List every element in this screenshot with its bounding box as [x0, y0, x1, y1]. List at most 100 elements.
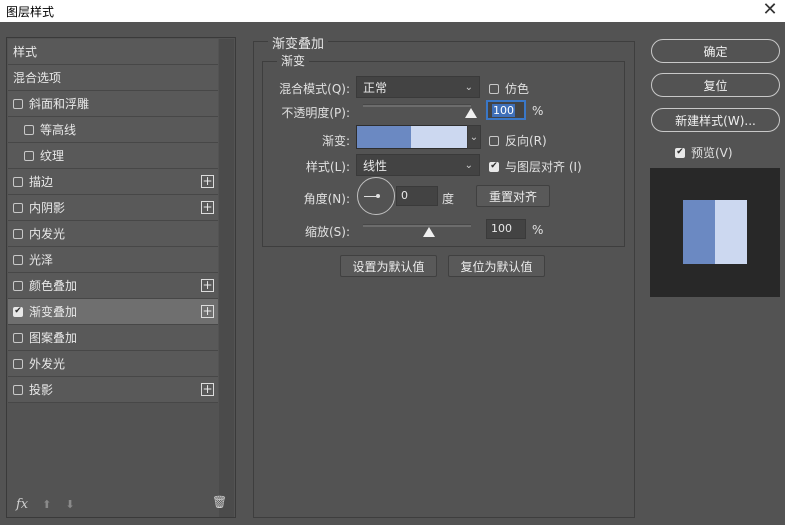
fx-icon[interactable]: fx	[16, 497, 28, 512]
dither-checkbox[interactable]: 仿色	[489, 80, 529, 97]
styles-list-item-label: 纹理	[40, 149, 65, 163]
align-label: 与图层对齐 (I)	[505, 160, 582, 174]
dither-label: 仿色	[505, 82, 530, 96]
align-checkbox-box[interactable]: ✔	[489, 161, 499, 172]
styles-list-item[interactable]: ✔ 渐变叠加 +	[8, 299, 218, 325]
style-value: 线性	[363, 158, 388, 173]
styles-list-item[interactable]: 样式	[8, 39, 218, 65]
move-down-icon[interactable]: ⬇	[65, 498, 74, 511]
ok-button[interactable]: 确定	[651, 39, 780, 63]
styles-list-toolbar: fx ⬆ ⬇	[16, 496, 89, 512]
style-checkbox[interactable]: ✔	[13, 306, 23, 317]
scale-slider-handle[interactable]	[423, 227, 435, 237]
preview-checkbox-box[interactable]: ✔	[675, 147, 685, 158]
title-bar: 图层样式 ✕	[0, 0, 785, 22]
styles-list-item-label: 渐变叠加	[29, 305, 78, 319]
opacity-unit: %	[532, 104, 544, 118]
styles-list-item-label: 斜面和浮雕	[29, 97, 90, 111]
reverse-checkbox-box[interactable]	[489, 135, 499, 146]
angle-unit: 度	[442, 192, 455, 206]
styles-list-item[interactable]: 混合选项	[8, 65, 218, 91]
styles-list-item-label: 颜色叠加	[29, 279, 78, 293]
styles-list-item-label: 图案叠加	[29, 331, 78, 345]
preview-checkbox[interactable]: ✔ 预览(V)	[675, 144, 733, 161]
style-checkbox[interactable]	[13, 202, 23, 213]
style-checkbox[interactable]	[13, 228, 23, 239]
style-checkbox[interactable]	[24, 150, 34, 161]
reset-align-button[interactable]: 重置对齐	[476, 185, 550, 207]
add-effect-icon[interactable]: +	[201, 383, 214, 396]
angle-value: 0	[401, 189, 408, 202]
styles-list-item[interactable]: 纹理	[8, 143, 218, 169]
align-with-layer-checkbox[interactable]: ✔ 与图层对齐 (I)	[489, 158, 582, 175]
styles-list-item[interactable]: 斜面和浮雕	[8, 91, 218, 117]
reverse-label: 反向(R)	[505, 134, 547, 148]
styles-list-item[interactable]: 光泽	[8, 247, 218, 273]
group-title: 渐变叠加	[268, 33, 329, 52]
styles-list-item-label: 光泽	[29, 253, 54, 267]
move-up-icon[interactable]: ⬆	[42, 498, 51, 511]
add-effect-icon[interactable]: +	[201, 305, 214, 318]
preview-thumbnail	[650, 168, 780, 297]
chevron-down-icon: ⌄	[464, 159, 473, 171]
add-effect-icon[interactable]: +	[201, 175, 214, 188]
style-checkbox[interactable]	[13, 332, 23, 343]
gradient-label: 渐变:	[321, 134, 350, 148]
chevron-down-icon: ⌄	[464, 81, 473, 93]
styles-list-item[interactable]: 图案叠加	[8, 325, 218, 351]
styles-list-item-label: 描边	[29, 175, 54, 189]
reverse-checkbox[interactable]: 反向(R)	[489, 132, 547, 149]
opacity-input[interactable]: 100	[486, 100, 526, 120]
new-style-button[interactable]: 新建样式(W)...	[651, 108, 780, 132]
styles-list-item-label: 样式	[13, 45, 38, 59]
scale-unit: %	[532, 223, 544, 237]
styles-list-item[interactable]: 外发光	[8, 351, 218, 377]
preview-swatch-right	[715, 200, 747, 264]
angle-dial[interactable]	[357, 177, 395, 215]
scale-label: 缩放(S):	[304, 225, 350, 239]
style-select[interactable]: 线性 ⌄	[356, 154, 480, 176]
styles-list-item[interactable]: 内阴影 +	[8, 195, 218, 221]
angle-label: 角度(N):	[303, 192, 350, 206]
blend-mode-label: 混合模式(Q):	[279, 82, 350, 96]
styles-list-item[interactable]: 投影 +	[8, 377, 218, 403]
styles-list-item-label: 投影	[29, 383, 54, 397]
style-checkbox[interactable]	[13, 384, 23, 395]
add-effect-icon[interactable]: +	[201, 279, 214, 292]
trash-icon[interactable]: 🗑	[212, 495, 227, 509]
close-icon[interactable]: ✕	[761, 0, 779, 20]
angle-center-dot	[376, 194, 380, 198]
styles-list-item[interactable]: 描边 +	[8, 169, 218, 195]
gradient-dropdown[interactable]: ⌄	[467, 125, 481, 149]
style-label: 样式(L):	[305, 160, 350, 174]
style-checkbox[interactable]	[13, 98, 23, 109]
style-checkbox[interactable]	[13, 358, 23, 369]
style-checkbox[interactable]	[13, 254, 23, 265]
opacity-slider[interactable]	[363, 104, 471, 107]
scale-slider[interactable]	[363, 224, 471, 227]
style-checkbox[interactable]	[24, 124, 34, 135]
angle-input[interactable]: 0	[396, 186, 438, 206]
gradient-start-color	[357, 126, 411, 148]
gradient-end-color	[411, 126, 467, 148]
styles-list-item[interactable]: 颜色叠加 +	[8, 273, 218, 299]
opacity-label: 不透明度(P):	[281, 106, 350, 120]
styles-list-scrollbar[interactable]	[219, 39, 234, 517]
reset-to-default-button[interactable]: 复位为默认值	[448, 255, 545, 277]
style-checkbox[interactable]	[13, 176, 23, 187]
scale-input[interactable]: 100	[486, 219, 526, 239]
make-default-button[interactable]: 设置为默认值	[340, 255, 437, 277]
blend-mode-value: 正常	[363, 80, 388, 95]
blend-mode-select[interactable]: 正常 ⌄	[356, 76, 480, 98]
style-checkbox[interactable]	[13, 280, 23, 291]
gradient-picker[interactable]	[356, 125, 468, 149]
preview-label: 预览(V)	[691, 146, 733, 160]
styles-list-item-label: 混合选项	[13, 71, 62, 85]
dither-checkbox-box[interactable]	[489, 83, 499, 94]
opacity-slider-handle[interactable]	[465, 108, 477, 118]
scale-value: 100	[491, 222, 512, 235]
styles-list-item[interactable]: 等高线	[8, 117, 218, 143]
add-effect-icon[interactable]: +	[201, 201, 214, 214]
reset-button[interactable]: 复位	[651, 73, 780, 97]
styles-list-item[interactable]: 内发光	[8, 221, 218, 247]
